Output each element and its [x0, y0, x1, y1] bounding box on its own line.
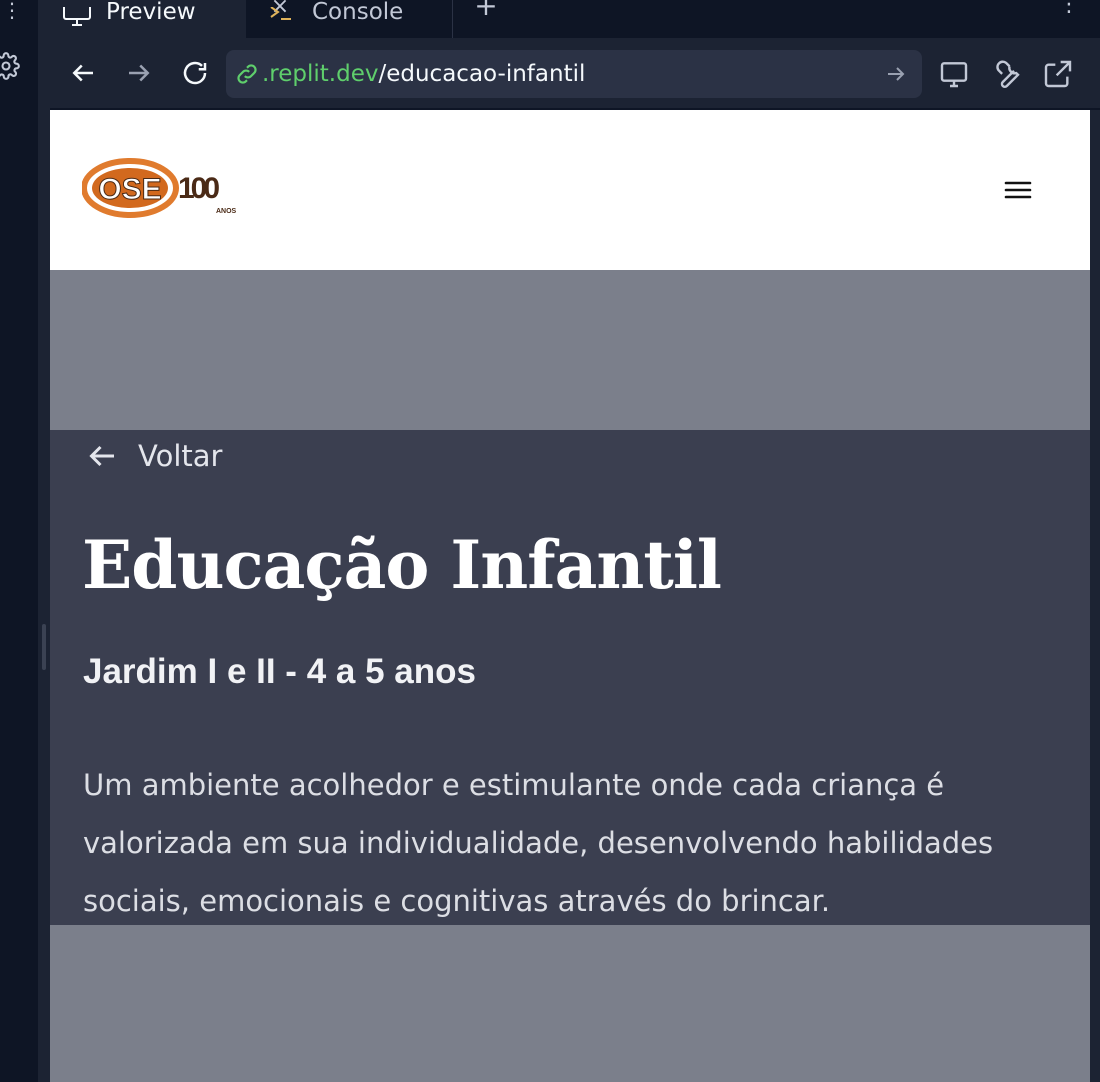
hamburger-menu-icon[interactable]: [1002, 176, 1034, 204]
open-external-icon[interactable]: [1042, 58, 1074, 90]
go-arrow-icon[interactable]: [884, 62, 908, 86]
page-title: Educação Infantil: [82, 526, 722, 604]
wrench-icon[interactable]: [990, 58, 1022, 90]
url-path: /educacao-infantil: [378, 61, 586, 87]
reload-icon[interactable]: [180, 58, 210, 88]
back-icon[interactable]: [68, 58, 98, 88]
tab-bar: Preview × Console + ⋮: [50, 0, 1100, 38]
workspace-sidebar: ⋮: [0, 0, 38, 1082]
preview-viewport: OSE 100 ANOS Voltar Educação Infantil Ja…: [50, 110, 1090, 1082]
preview-toolbar: .replit.dev/educacao-infantil: [50, 38, 1100, 110]
gear-icon[interactable]: [0, 52, 20, 80]
tab-label: Preview: [106, 0, 196, 25]
logo-anos: ANOS: [216, 208, 237, 215]
back-link[interactable]: Voltar: [84, 438, 222, 474]
link-icon: [237, 64, 257, 84]
page-overlay-top: [50, 270, 1090, 430]
hero-section: Voltar Educação Infantil Jardim I e II -…: [50, 430, 1090, 925]
tab-label: Console: [312, 0, 404, 25]
page-overlay-bottom: [50, 925, 1090, 1082]
page-description: Um ambiente acolhedor e estimulante onde…: [83, 768, 994, 918]
school-logo[interactable]: OSE 100 ANOS: [82, 158, 244, 220]
add-tab-icon[interactable]: +: [474, 0, 498, 20]
resize-handle[interactable]: [42, 624, 46, 670]
workspace-menu-icon[interactable]: ⋮: [2, 0, 22, 20]
logo-centenary: 100: [178, 172, 219, 205]
url-bar[interactable]: .replit.dev/educacao-infantil: [226, 50, 922, 98]
scrollbar-track[interactable]: [1090, 110, 1100, 1082]
tab-separator: [452, 0, 453, 38]
panel-divider: [38, 0, 50, 1082]
url-domain: .replit.dev: [262, 61, 379, 87]
tab-preview[interactable]: Preview ×: [50, 0, 289, 38]
back-link-label: Voltar: [138, 439, 223, 473]
terminal-icon: [270, 7, 291, 20]
tab-console[interactable]: Console: [252, 0, 452, 38]
devices-icon[interactable]: [938, 58, 970, 90]
forward-icon[interactable]: [124, 58, 154, 88]
arrow-left-icon: [89, 445, 114, 467]
monitor-icon: [63, 7, 91, 26]
logo-text: OSE: [98, 173, 161, 206]
more-options-icon[interactable]: ⋮: [1058, 0, 1080, 24]
site-header: OSE 100 ANOS: [50, 110, 1090, 270]
page-subtitle: Jardim I e II - 4 a 5 anos: [83, 652, 476, 691]
